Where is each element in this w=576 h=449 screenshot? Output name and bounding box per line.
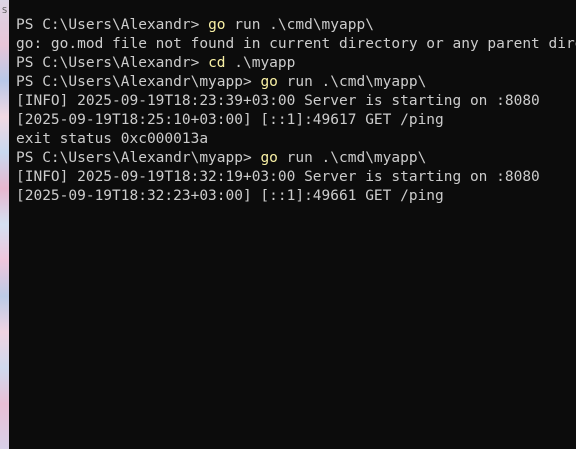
terminal-line: PS C:\Users\Alexandr> go run .\cmd\myapp… (16, 16, 576, 35)
command-args: run .\cmd\myapp\ (277, 150, 427, 166)
terminal-window[interactable]: PS C:\Users\Alexandr> go run .\cmd\myapp… (9, 0, 576, 449)
terminal-line: [2025-09-19T18:32:23+03:00] [::1]:49661 … (16, 187, 576, 206)
prompt-text: PS C:\Users\Alexandr> (16, 55, 209, 71)
terminal-line: PS C:\Users\Alexandr\myapp> go run .\cmd… (16, 149, 576, 168)
prompt-text: PS C:\Users\Alexandr\myapp> (16, 150, 261, 166)
output-text: exit status 0xc000013a (16, 131, 209, 147)
output-text: go: go.mod file not found in current dir… (16, 36, 576, 52)
terminal-output: PS C:\Users\Alexandr> go run .\cmd\myapp… (16, 16, 576, 206)
terminal-line: PS C:\Users\Alexandr> cd .\myapp (16, 54, 576, 73)
command-name: go (260, 74, 278, 90)
command-name: cd (208, 55, 226, 71)
terminal-line: [2025-09-19T18:25:10+03:00] [::1]:49617 … (16, 111, 576, 130)
screen: S PS C:\Users\Alexandr> go run .\cmd\mya… (0, 0, 576, 449)
output-text: [INFO] 2025-09-19T18:32:19+03:00 Server … (16, 169, 540, 185)
prompt-text: PS C:\Users\Alexandr> (16, 17, 209, 33)
terminal-line: [INFO] 2025-09-19T18:32:19+03:00 Server … (16, 168, 576, 187)
output-text: [INFO] 2025-09-19T18:23:39+03:00 Server … (16, 93, 540, 109)
command-args: run .\cmd\myapp\ (225, 17, 374, 33)
terminal-line: PS C:\Users\Alexandr\myapp> go run .\cmd… (16, 73, 576, 92)
command-name: go (260, 150, 278, 166)
prompt-text: PS C:\Users\Alexandr\myapp> (16, 74, 261, 90)
command-args: run .\cmd\myapp\ (277, 74, 427, 90)
wallpaper-glyph: S (2, 6, 8, 15)
output-text: [2025-09-19T18:32:23+03:00] [::1]:49661 … (16, 188, 444, 204)
terminal-line: [INFO] 2025-09-19T18:23:39+03:00 Server … (16, 92, 576, 111)
terminal-line: go: go.mod file not found in current dir… (16, 35, 576, 54)
terminal-line: exit status 0xc000013a (16, 130, 576, 149)
command-args: .\myapp (225, 55, 296, 71)
output-text: [2025-09-19T18:25:10+03:00] [::1]:49617 … (16, 112, 444, 128)
desktop-wallpaper-strip: S (0, 0, 9, 449)
command-name: go (208, 17, 226, 33)
